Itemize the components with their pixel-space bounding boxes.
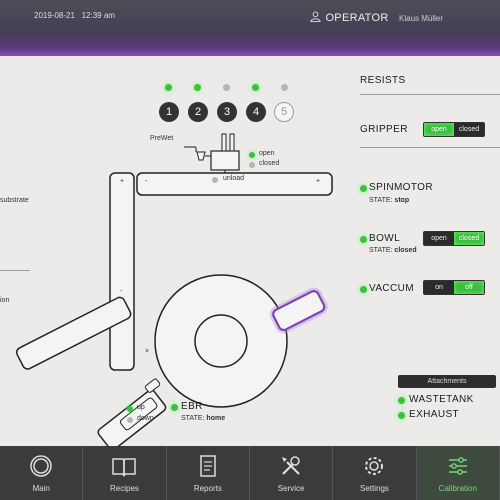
exhaust-label: EXHAUST: [409, 409, 460, 420]
machine-diagram: [15, 133, 333, 446]
prewet-open-led: [249, 152, 255, 158]
nav-main[interactable]: Main: [0, 446, 84, 500]
ebr-label: EBR: [181, 401, 203, 412]
nav-calibration[interactable]: Calibration: [416, 446, 500, 500]
bowl-toggle[interactable]: open closed: [423, 231, 485, 246]
nav-calibration-label: Calibration: [438, 484, 477, 493]
top-arm-minus[interactable]: -: [145, 178, 147, 185]
gripper-open-option[interactable]: open: [424, 123, 454, 136]
resists-divider: [360, 94, 500, 95]
nav-service[interactable]: Service: [250, 446, 334, 500]
vaccum-toggle[interactable]: on off: [423, 280, 485, 295]
prewet-closed-label: closed: [259, 160, 280, 167]
sliders-icon: [448, 457, 467, 475]
spinmotor-state: STATE: stop: [369, 197, 410, 204]
book-icon: [112, 458, 137, 477]
bowl-open-option[interactable]: open: [424, 232, 454, 245]
top-arm-plus[interactable]: +: [316, 178, 320, 185]
header-bar: 2019-08-21 12:39 am OPERATOR Klaus Mülle…: [0, 0, 500, 56]
exhaust-led: [398, 412, 405, 419]
prewet-closed-led: [249, 162, 255, 168]
prewet-nozzle: [196, 151, 206, 161]
document-icon: [200, 455, 216, 477]
attachments-button[interactable]: Attachments: [398, 375, 496, 388]
spinmotor-label: SPINMOTOR: [369, 182, 433, 193]
spinmotor-led: [360, 185, 367, 192]
prewet-label: PreWet: [150, 135, 174, 142]
nav-service-label: Service: [277, 484, 305, 493]
ebr-up-led: [127, 406, 133, 412]
gripper-toggle[interactable]: open closed: [423, 122, 485, 137]
nav-recipes-label: Recipes: [110, 484, 139, 493]
nav-settings[interactable]: Settings: [333, 446, 417, 500]
date-text: 2019-08-21: [34, 11, 75, 20]
vaccum-led: [360, 286, 367, 293]
nav-reports-label: Reports: [193, 484, 222, 493]
gripper-label: GRIPPER: [360, 124, 408, 135]
circle-icon: [30, 455, 52, 477]
left-arm-minus[interactable]: -: [120, 288, 122, 295]
ebr-nozzle: [144, 378, 161, 393]
bowl-closed-option[interactable]: closed: [454, 232, 484, 245]
prewet-valve-body: [210, 150, 240, 171]
ebr-down-led: [127, 417, 133, 423]
gripper-divider: [360, 147, 500, 148]
datetime: 2019-08-21 12:39 am: [34, 11, 115, 20]
main-panel: substrate ion 1 2 3 4 5 PreWet open clos…: [0, 56, 500, 446]
unload-led: [212, 177, 218, 183]
bowl-chuck: [194, 314, 248, 368]
bowl-label: BOWL: [369, 233, 401, 244]
bowl-state: STATE: closed: [369, 247, 417, 254]
wastetank-label: WASTETANK: [409, 394, 474, 405]
username: Klaus Müller: [399, 14, 444, 23]
unload-label: unload: [223, 175, 245, 182]
nav-reports[interactable]: Reports: [167, 446, 250, 500]
user-icon: [310, 11, 321, 22]
ebr-state: STATE: home: [181, 415, 226, 422]
ebr-up-label: up: [137, 404, 145, 411]
ebr-down-label: down: [137, 415, 154, 422]
ebr-status-led: [171, 404, 178, 411]
tools-icon: [282, 456, 300, 475]
nav-recipes[interactable]: Recipes: [83, 446, 167, 500]
prewet-open-label: open: [259, 150, 275, 157]
role-label: OPERATOR: [325, 12, 389, 24]
bowl-led: [360, 236, 367, 243]
time-text: 12:39 am: [81, 11, 115, 20]
vaccum-off-option[interactable]: off: [454, 281, 484, 294]
user-info[interactable]: OPERATOR Klaus Müller: [310, 8, 443, 26]
vaccum-label: VACCUM: [369, 283, 414, 294]
bottom-nav: Main Recipes Reports Service Settings Ca…: [0, 446, 500, 500]
left-arm-plus[interactable]: +: [120, 178, 124, 185]
gear-icon: [365, 457, 384, 475]
nav-settings-label: Settings: [360, 484, 389, 493]
left-arm-rail: [109, 172, 135, 371]
ebr-close-x[interactable]: ×: [145, 348, 149, 355]
resists-label: RESISTS: [360, 75, 406, 86]
vaccum-on-option[interactable]: on: [424, 281, 454, 294]
wastetank-led: [398, 397, 405, 404]
nav-main-label: Main: [32, 484, 50, 493]
gripper-closed-option[interactable]: closed: [454, 123, 484, 136]
